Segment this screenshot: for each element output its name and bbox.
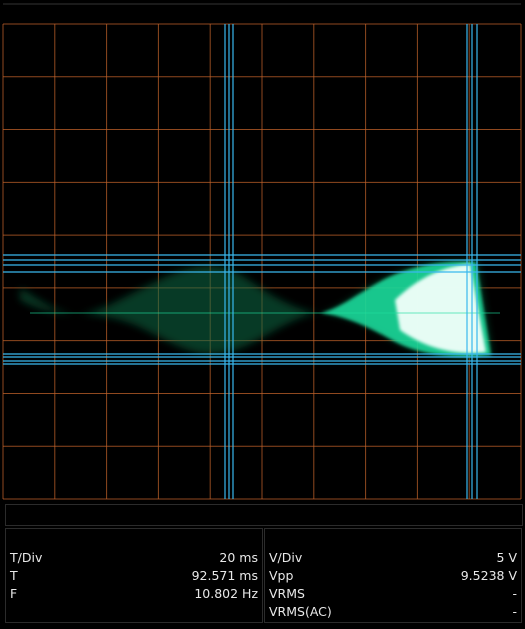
vpp-value: 9.5238 V — [460, 568, 517, 583]
volt-row-vdiv: V/Div 5 V — [265, 549, 521, 567]
time-row-tdiv: T/Div 20 ms — [6, 549, 262, 567]
vrms-value: - — [512, 586, 517, 601]
vrms-ac-label: VRMS(AC) — [269, 604, 332, 619]
period-value: 92.571 ms — [191, 568, 258, 583]
time-measurement-panel: T/Div 20 ms T 92.571 ms F 10.802 Hz — [5, 528, 263, 623]
frequency-value: 10.802 Hz — [194, 586, 258, 601]
frequency-label: F — [10, 586, 18, 601]
time-row-frequency: F 10.802 Hz — [6, 585, 262, 603]
vrms-label: VRMS — [269, 586, 305, 601]
voltage-measurement-panel: V/Div 5 V Vpp 9.5238 V VRMS - VRMS(AC) - — [264, 528, 522, 623]
period-label: T — [10, 568, 18, 583]
vdiv-label: V/Div — [269, 550, 303, 565]
readout-strip — [5, 504, 523, 526]
tdiv-value: 20 ms — [219, 550, 258, 565]
vdiv-value: 5 V — [496, 550, 517, 565]
volt-row-vrms: VRMS - — [265, 585, 521, 603]
volt-row-vrms-ac: VRMS(AC) - — [265, 603, 521, 621]
vrms-ac-value: - — [512, 604, 517, 619]
time-row-period: T 92.571 ms — [6, 567, 262, 585]
tdiv-label: T/Div — [10, 550, 43, 565]
volt-row-vpp: Vpp 9.5238 V — [265, 567, 521, 585]
vpp-label: Vpp — [269, 568, 294, 583]
